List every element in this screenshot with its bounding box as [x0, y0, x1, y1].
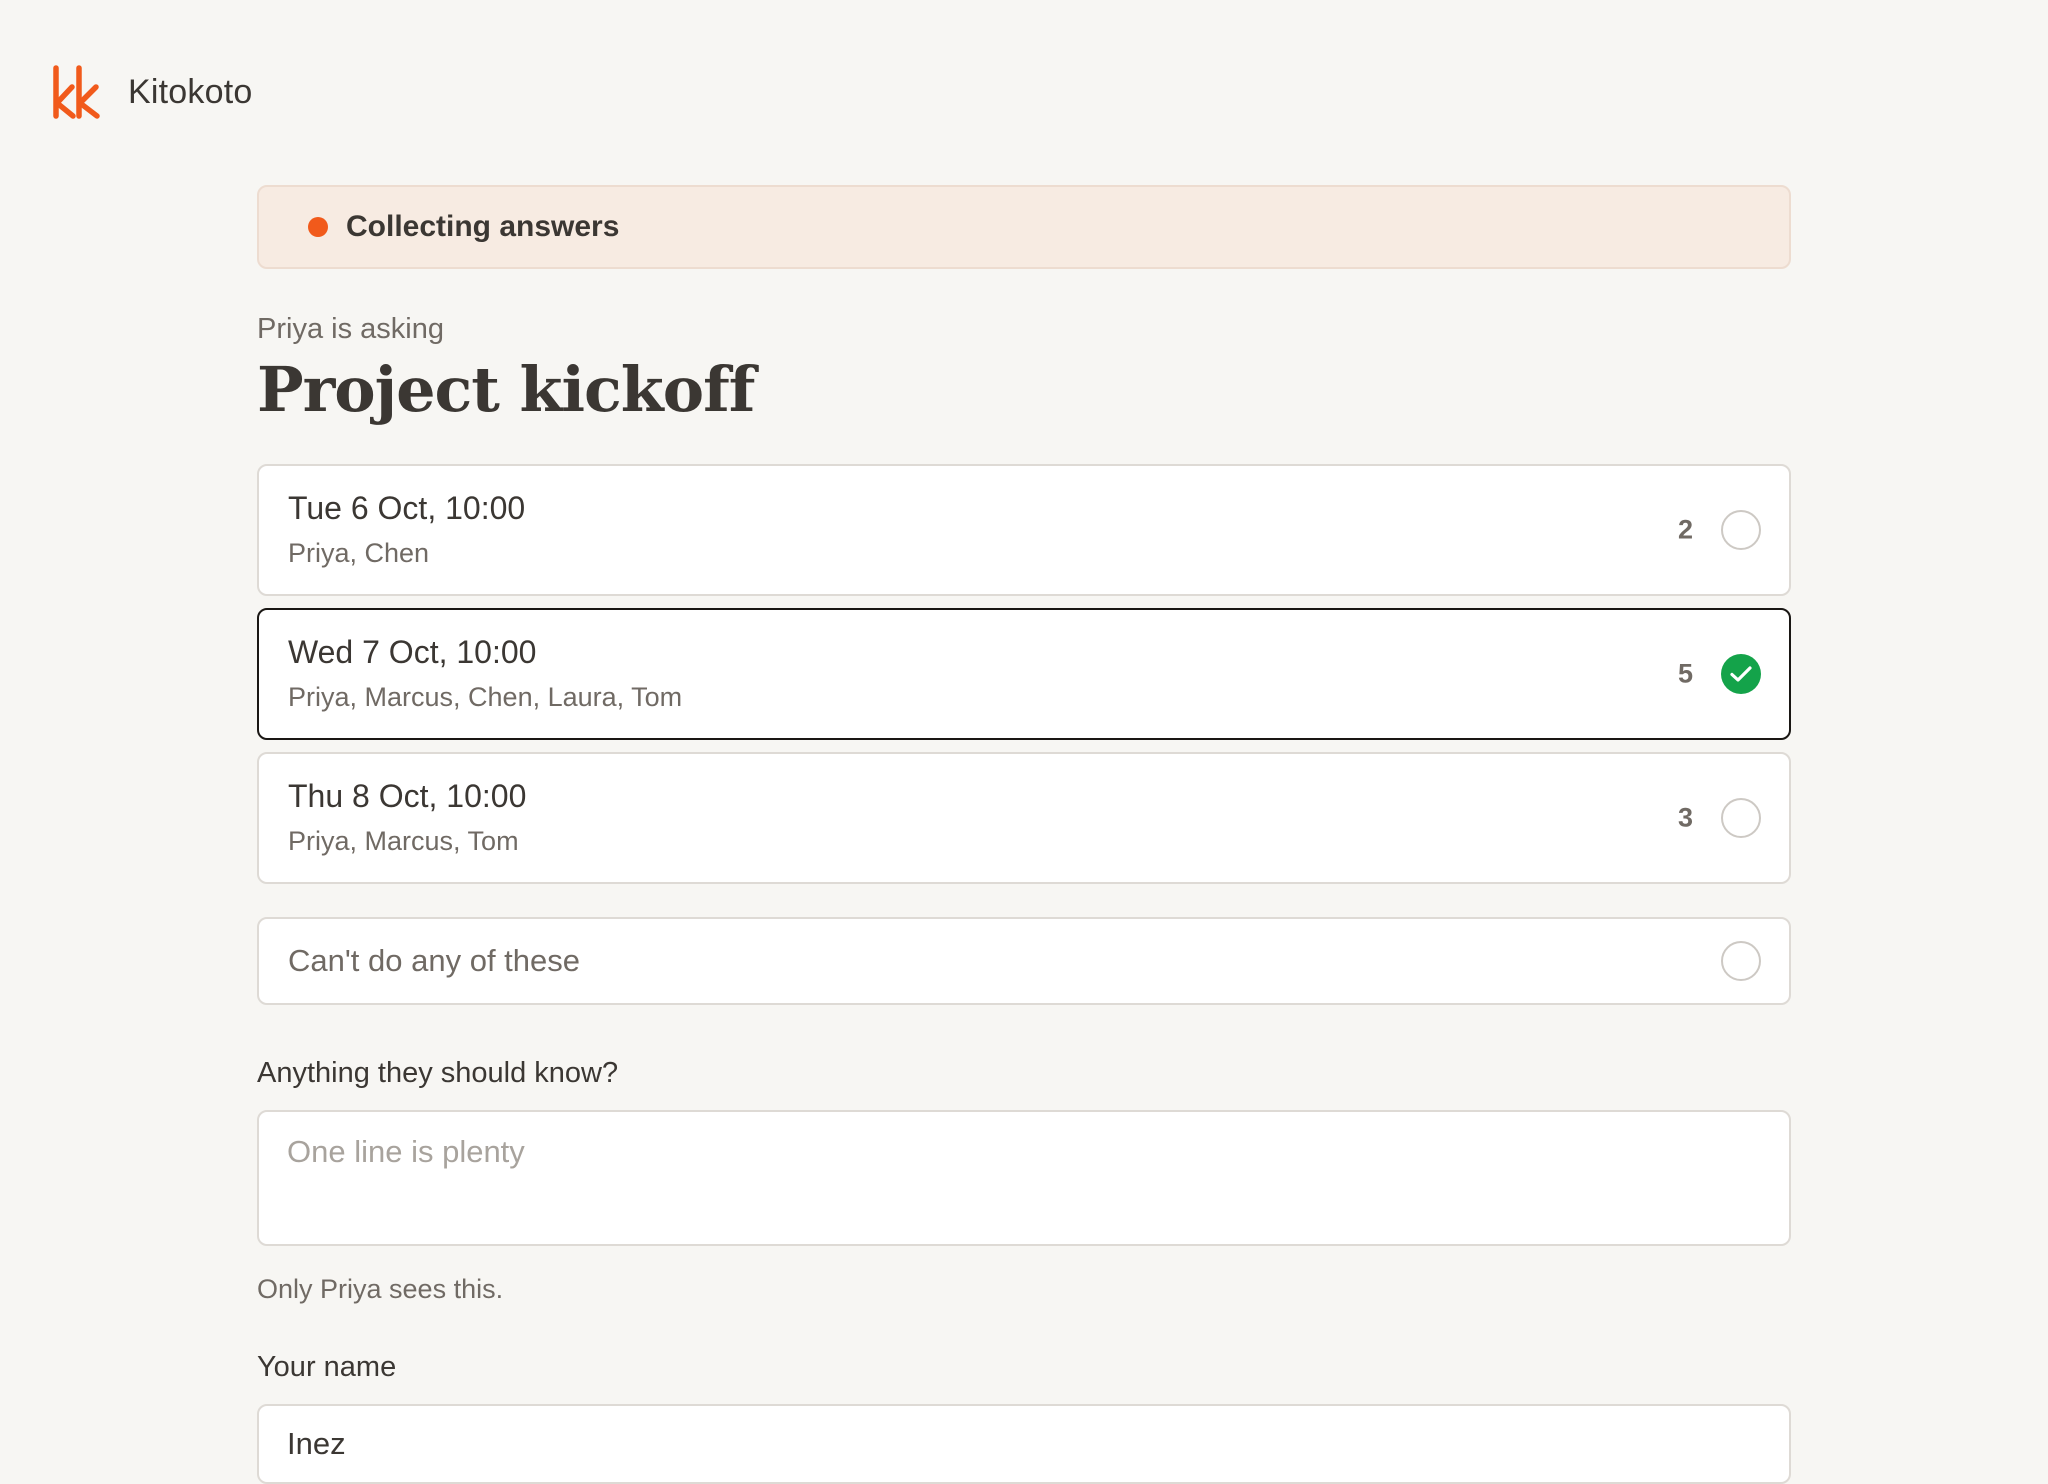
option-attendees: Priya, Marcus, Chen, Laura, Tom	[288, 682, 683, 713]
decline-radio[interactable]	[1721, 941, 1761, 982]
option-vote-count: 5	[1677, 658, 1693, 689]
option-vote-count: 3	[1677, 802, 1693, 833]
option-date: Thu 8 Oct, 10:00	[288, 778, 527, 815]
option-radio[interactable]	[1721, 510, 1761, 551]
decline-option[interactable]: Can't do any of these	[257, 917, 1791, 1006]
kitokoto-logo-icon[interactable]	[52, 65, 100, 119]
status-banner: Collecting answers	[257, 185, 1791, 269]
asker-text: Priya is asking	[257, 313, 444, 345]
note-helper-text: Only Priya sees this.	[257, 1274, 504, 1305]
time-option[interactable]: Tue 6 Oct, 10:00 Priya, Chen 2	[257, 464, 1791, 597]
note-input[interactable]	[257, 1110, 1791, 1247]
status-dot	[308, 217, 328, 237]
option-vote-count: 2	[1677, 514, 1693, 545]
option-date: Wed 7 Oct, 10:00	[288, 634, 537, 671]
decline-label: Can't do any of these	[288, 943, 581, 979]
note-label: Anything they should know?	[257, 1057, 619, 1090]
brand-name[interactable]: Kitokoto	[128, 73, 252, 112]
option-attendees: Priya, Marcus, Tom	[288, 826, 519, 857]
name-label: Your name	[257, 1351, 397, 1384]
status-label: Collecting answers	[346, 210, 620, 243]
option-radio[interactable]	[1721, 798, 1761, 839]
name-input[interactable]	[257, 1404, 1791, 1484]
app-header: Kitokoto	[52, 64, 252, 120]
check-icon	[1730, 666, 1752, 682]
time-options: Tue 6 Oct, 10:00 Priya, Chen 2 Wed 7 Oct…	[257, 464, 1791, 885]
time-option[interactable]: Thu 8 Oct, 10:00 Priya, Marcus, Tom 3	[257, 752, 1791, 885]
time-option-selected[interactable]: Wed 7 Oct, 10:00 Priya, Marcus, Chen, La…	[257, 608, 1791, 741]
poll-card: Collecting answers Priya is asking Proje…	[257, 185, 1791, 1484]
page-title: Project kickoff	[257, 353, 755, 426]
option-radio-checked[interactable]	[1721, 654, 1761, 695]
option-date: Tue 6 Oct, 10:00	[288, 490, 526, 527]
option-attendees: Priya, Chen	[288, 538, 430, 569]
